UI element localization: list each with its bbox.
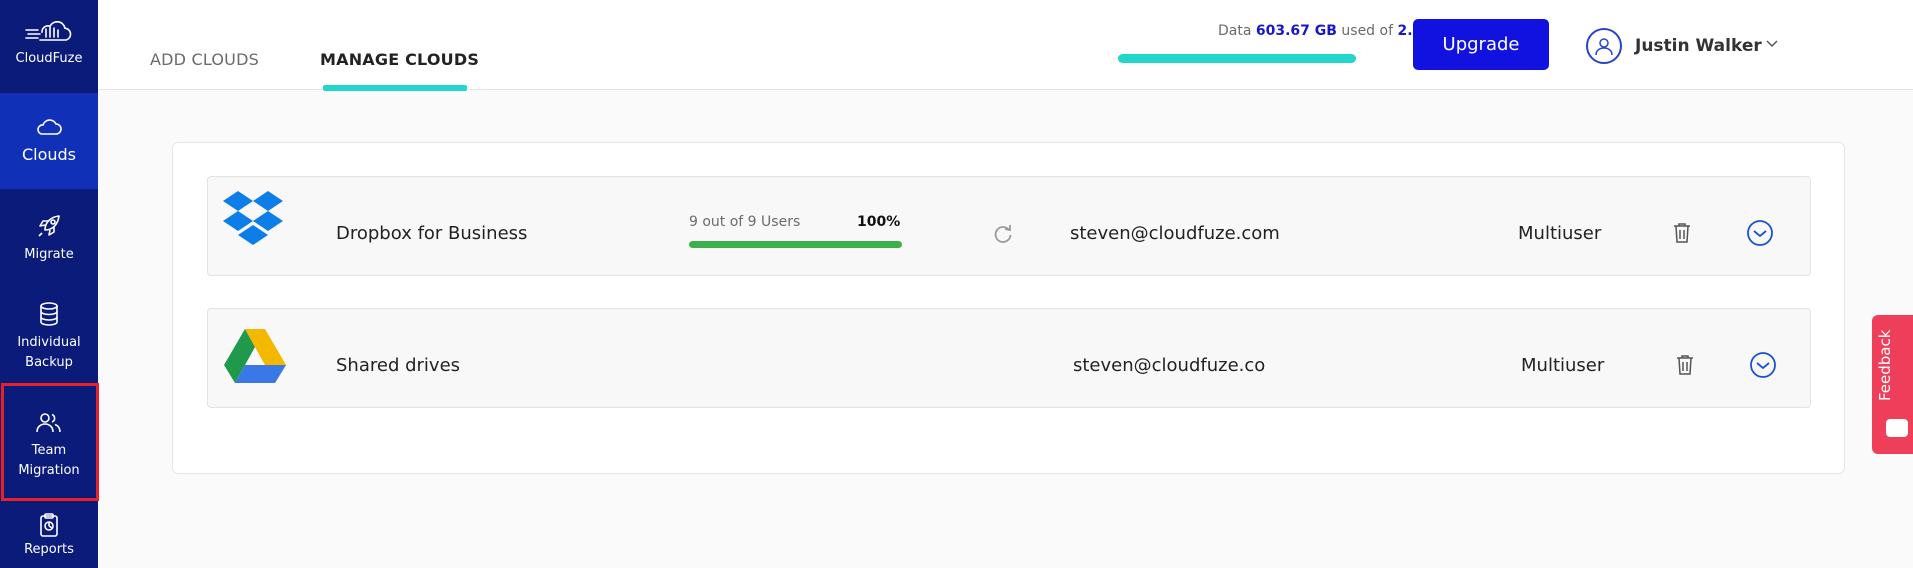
rocket-icon — [38, 215, 60, 237]
tab-manage-clouds[interactable]: MANAGE CLOUDS — [320, 50, 479, 69]
database-icon — [40, 302, 58, 326]
sidebar-item-label: Individual Backup — [17, 333, 80, 373]
storage-usage-bar — [1118, 54, 1356, 63]
sidebar-item-clouds[interactable]: Clouds — [0, 93, 98, 189]
migration-percent: 100% — [857, 214, 901, 230]
sidebar-item-migrate[interactable]: Migrate — [0, 196, 98, 282]
cloud-row-dropbox: Dropbox for Business 9 out of 9 Users 10… — [207, 176, 1811, 276]
usage-prefix: Data — [1218, 23, 1252, 39]
expand-chevron-icon[interactable] — [1749, 351, 1777, 379]
sidebar-item-label: Migrate — [24, 247, 74, 262]
brand-logo[interactable]: CloudFuze — [0, 0, 98, 86]
sidebar-item-label: Clouds — [21, 145, 77, 164]
sidebar-item-label: Reports — [24, 542, 74, 557]
cloud-name: Dropbox for Business — [336, 223, 528, 244]
chevron-down-icon[interactable] — [1765, 38, 1779, 48]
cloudfuze-logo-icon — [25, 20, 72, 41]
cloud-type: Multiuser — [1521, 355, 1605, 376]
usage-middle: used of — [1341, 23, 1394, 39]
cloud-type: Multiuser — [1518, 223, 1602, 244]
users-count: 9 out of 9 Users — [689, 214, 801, 230]
usage-used: 603.67 GB — [1255, 23, 1337, 39]
expand-chevron-icon[interactable] — [1746, 219, 1774, 247]
feedback-tab[interactable]: Feedback — [1872, 315, 1913, 454]
active-tab-indicator — [323, 85, 467, 91]
sidebar-item-label-line1: Individual — [17, 335, 81, 350]
refresh-icon[interactable] — [992, 223, 1014, 245]
tab-add-clouds[interactable]: ADD CLOUDS — [150, 50, 259, 69]
feedback-face-icon — [1886, 419, 1908, 437]
sidebar-item-reports[interactable]: Reports — [0, 504, 98, 568]
user-avatar[interactable] — [1586, 28, 1622, 64]
dropbox-logo-icon — [223, 191, 283, 245]
brand-name: CloudFuze — [15, 50, 83, 66]
cloud-row-shared-drives: Shared drives steven@cloudfuze.co Multiu… — [207, 308, 1811, 408]
users-progress-fill — [689, 241, 902, 248]
google-drive-logo-icon — [224, 329, 286, 383]
cloud-email: steven@cloudfuze.com — [1070, 223, 1280, 244]
cloud-email: steven@cloudfuze.co — [1073, 355, 1266, 376]
users-progress-bar — [689, 241, 902, 248]
user-icon — [1595, 38, 1613, 56]
trash-icon[interactable] — [1672, 221, 1692, 245]
feedback-label: Feedback — [1876, 329, 1894, 401]
clipboard-icon — [40, 513, 58, 537]
sidebar-item-label-line2: Backup — [25, 355, 73, 370]
cloud-name: Shared drives — [336, 355, 461, 376]
upgrade-button[interactable]: Upgrade — [1413, 19, 1549, 70]
manage-clouds-panel: Dropbox for Business 9 out of 9 Users 10… — [172, 142, 1845, 474]
highlight-box — [1, 383, 99, 501]
user-name[interactable]: Justin Walker — [1635, 36, 1762, 56]
cloud-icon — [37, 119, 62, 135]
sidebar-item-individual-backup[interactable]: Individual Backup — [0, 292, 98, 382]
trash-icon[interactable] — [1675, 353, 1695, 377]
top-header: ADD CLOUDS MANAGE CLOUDS Data 603.67 GB … — [98, 0, 1913, 91]
